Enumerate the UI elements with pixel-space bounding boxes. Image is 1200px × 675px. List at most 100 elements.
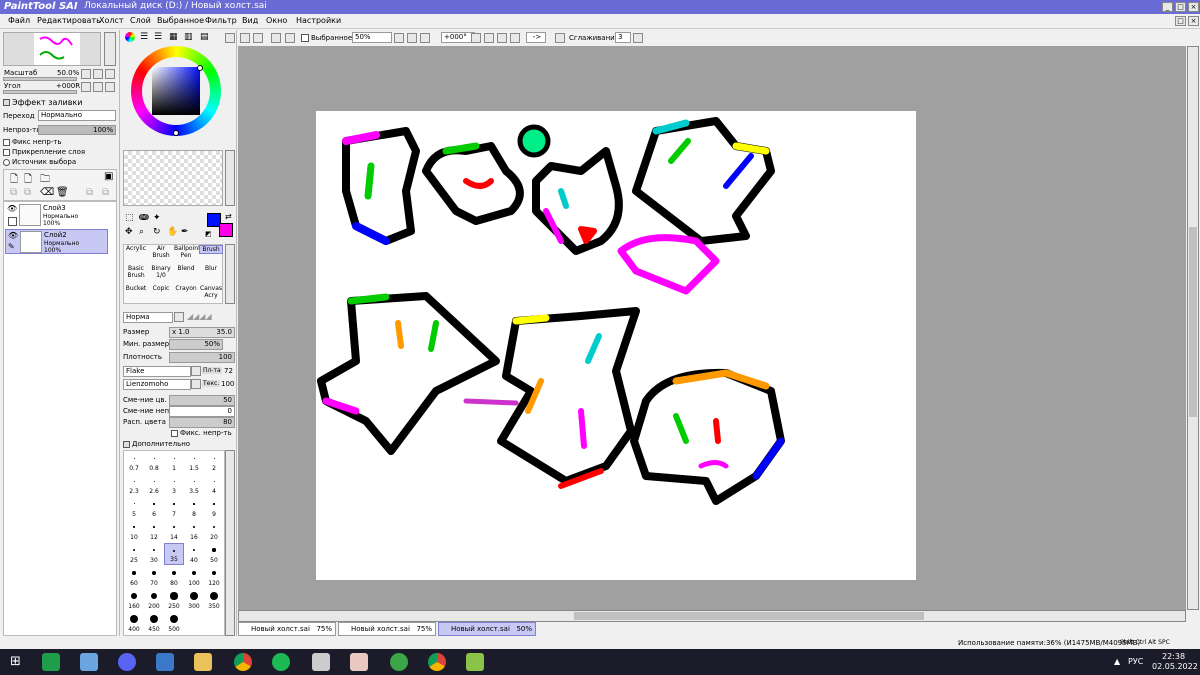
menu-filter[interactable]: Фильтр: [205, 16, 237, 25]
brush-size-cell[interactable]: 80: [164, 566, 184, 588]
stabilizer-icon[interactable]: [555, 33, 565, 43]
brush-crayon[interactable]: Crayon: [174, 285, 198, 292]
density-slider[interactable]: 100: [169, 352, 235, 363]
brush-size-cell[interactable]: 120: [204, 566, 224, 588]
chrome-icon[interactable]: [234, 653, 252, 671]
merge-icon[interactable]: ⧉: [24, 187, 31, 198]
brush-copic[interactable]: Copic: [149, 285, 173, 292]
rotate-right-button[interactable]: [93, 82, 103, 92]
hue-picker-marker[interactable]: [173, 130, 179, 136]
lasso-icon[interactable]: ↈ: [139, 213, 149, 223]
menu-canvas[interactable]: Холст: [99, 16, 124, 25]
menu-close-button[interactable]: ×: [1188, 16, 1199, 26]
zoom-slider[interactable]: [3, 77, 77, 81]
opacity-mix-slider[interactable]: 0: [169, 406, 235, 417]
angle-select[interactable]: +000°: [441, 32, 475, 43]
brush-size-cell[interactable]: 1.5: [184, 451, 204, 473]
discord-icon[interactable]: [118, 653, 136, 671]
layer-lock-checkbox[interactable]: [8, 217, 17, 226]
brush-size-cell[interactable]: 35: [164, 543, 184, 565]
brush-ballpoint-pen[interactable]: Ballpoint Pen: [174, 245, 200, 259]
scratchpad-scrollbar[interactable]: [225, 150, 235, 206]
brush-size-cell[interactable]: 50: [204, 543, 224, 565]
brush-bucket[interactable]: Bucket: [124, 285, 148, 292]
trash-icon[interactable]: 🗑: [56, 187, 69, 198]
navigator-preview[interactable]: [3, 32, 101, 66]
menu-window[interactable]: Окно: [266, 16, 287, 25]
menu-selection[interactable]: Выбранное: [157, 16, 204, 25]
brush-size-cell[interactable]: 100: [184, 566, 204, 588]
menu-file[interactable]: Файл: [8, 16, 30, 25]
brush-size-cell[interactable]: 250: [164, 589, 184, 611]
smoothing-dropdown[interactable]: [633, 33, 643, 43]
brush-size-cell[interactable]: 10: [124, 520, 144, 542]
game-icon[interactable]: [350, 653, 368, 671]
blend-mode-select[interactable]: Нормально: [38, 110, 116, 121]
excel-icon[interactable]: [42, 653, 60, 671]
color-mix-slider[interactable]: 50: [169, 395, 235, 406]
move-icon[interactable]: ✥: [125, 227, 133, 237]
brush-size-cell[interactable]: 500: [164, 612, 184, 634]
brush-size-cell[interactable]: 3: [164, 474, 184, 496]
select-rect-icon[interactable]: ⬚: [125, 213, 134, 223]
min-size-slider[interactable]: 50%: [169, 339, 223, 350]
chrome-profile-icon[interactable]: [428, 653, 446, 671]
undo-button[interactable]: [240, 33, 250, 43]
texture-select[interactable]: Lienzomoho: [123, 379, 191, 390]
saturation-value-square[interactable]: [152, 67, 200, 115]
brush-size-cell[interactable]: 25: [124, 543, 144, 565]
zoom-select[interactable]: 50%: [352, 32, 392, 43]
sai-taskbar-icon[interactable]: [466, 653, 484, 671]
brush-size-cell[interactable]: 400: [124, 612, 144, 634]
brush-size-cell[interactable]: 2.6: [144, 474, 164, 496]
brush-size-cell[interactable]: 20: [204, 520, 224, 542]
advanced-expand-icon[interactable]: [123, 441, 130, 448]
brush-size-cell[interactable]: 7: [164, 497, 184, 519]
color-history-icon[interactable]: ▤: [200, 32, 209, 42]
swatch-icon[interactable]: ▦: [169, 32, 178, 42]
maximize-button[interactable]: □: [1175, 2, 1186, 12]
size-slider[interactable]: x 1.0 35.0: [169, 327, 235, 338]
menu-view[interactable]: Вид: [242, 16, 258, 25]
brush-size-cell[interactable]: 5: [124, 497, 144, 519]
brush-size-cell[interactable]: 16: [184, 520, 204, 542]
close-button[interactable]: ×: [1188, 2, 1199, 12]
brush-size-cell[interactable]: 1: [164, 451, 184, 473]
menu-layer[interactable]: Слой: [130, 16, 151, 25]
swap-colors-icon[interactable]: ⇄: [225, 212, 232, 221]
brush-blur[interactable]: Blur: [199, 265, 223, 272]
hsv-slider-icon[interactable]: ☰: [154, 32, 162, 42]
brush-size-cell[interactable]: 0.8: [144, 451, 164, 473]
brush-size-cell[interactable]: 2: [204, 451, 224, 473]
layer-row-3[interactable]: 👁 Слой3 Нормально 100%: [5, 203, 108, 228]
horizontal-scroll-thumb[interactable]: [574, 612, 924, 620]
brush-size-cell[interactable]: 4: [204, 474, 224, 496]
angle-dropdown[interactable]: [471, 33, 481, 43]
zoom-out-button[interactable]: [81, 69, 91, 79]
merge-visible-icon[interactable]: ⧉: [102, 187, 109, 198]
zoom-minus-button[interactable]: [407, 33, 417, 43]
eye-icon[interactable]: 👁: [7, 204, 17, 213]
brush-size-cell[interactable]: 9: [204, 497, 224, 519]
document-tab-1[interactable]: Новый холст.sai 75%: [238, 622, 336, 636]
smoothing-select[interactable]: 3: [615, 32, 631, 43]
horizontal-scrollbar[interactable]: [238, 610, 1186, 622]
utorrent-icon[interactable]: [390, 653, 408, 671]
spotify-icon[interactable]: [272, 653, 290, 671]
zoom-tool-icon[interactable]: ⌕: [139, 227, 144, 237]
zoom-in-button[interactable]: [93, 69, 103, 79]
zoom-reset-button[interactable]: [105, 69, 115, 79]
rotate-reset-button[interactable]: [105, 82, 115, 92]
invert-selection-button[interactable]: [285, 33, 295, 43]
rgb-slider-icon[interactable]: ☰: [140, 32, 148, 42]
brush-size-cell[interactable]: 60: [124, 566, 144, 588]
texture-dropdown[interactable]: [191, 379, 201, 389]
menu-settings[interactable]: Настройки: [296, 16, 341, 25]
drawing-canvas[interactable]: [316, 111, 916, 580]
mask-icon[interactable]: ▣: [104, 171, 113, 182]
brush-edge-icons[interactable]: ◢◢◢◢: [187, 312, 212, 321]
brush-size-cell[interactable]: 450: [144, 612, 164, 634]
brush-size-cell[interactable]: 40: [184, 543, 204, 565]
selection-source-radio[interactable]: [3, 159, 10, 166]
windows-start-icon[interactable]: ⊞: [10, 654, 21, 669]
